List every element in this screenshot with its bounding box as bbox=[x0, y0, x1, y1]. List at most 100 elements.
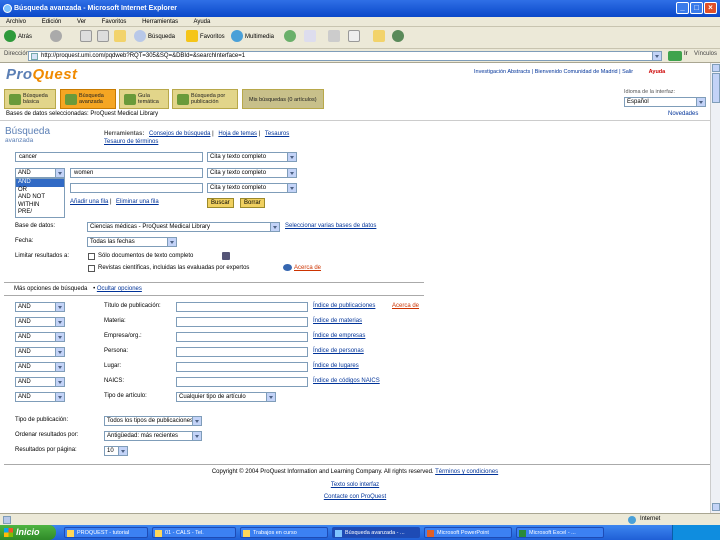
interface-language-select[interactable]: Español bbox=[624, 97, 706, 107]
mail-button[interactable] bbox=[304, 30, 318, 45]
person-input[interactable] bbox=[176, 347, 308, 357]
vertical-scrollbar[interactable] bbox=[710, 63, 720, 513]
subject-index-link[interactable]: Índice de materias bbox=[313, 318, 362, 324]
history-button[interactable] bbox=[284, 30, 298, 45]
more-operator-1[interactable]: AND bbox=[15, 302, 65, 312]
company-input[interactable] bbox=[176, 332, 308, 342]
publication-type-select[interactable]: Todos los tipos de publicaciones bbox=[104, 416, 202, 426]
menu-tools[interactable]: Herramientas bbox=[142, 19, 178, 25]
forward-button[interactable] bbox=[50, 30, 64, 45]
tab-advanced-search[interactable]: Búsqueda avanzada bbox=[60, 89, 116, 109]
select-multiple-databases-link[interactable]: Seleccionar varias bases de datos bbox=[285, 223, 376, 229]
naics-index-link[interactable]: Índice de códigos NAICS bbox=[313, 378, 380, 384]
address-dropdown-icon[interactable] bbox=[652, 52, 661, 60]
date-select[interactable]: Todas las fechas bbox=[87, 237, 177, 247]
field-select-2[interactable]: Cita y texto completo bbox=[207, 168, 297, 178]
search-button[interactable]: Búsqueda bbox=[134, 30, 175, 45]
taskbar-item-2[interactable]: 01 - CALS - Tel. bbox=[152, 527, 236, 538]
text-only-link[interactable]: Texto solo interfaz bbox=[0, 482, 710, 488]
results-per-page-select[interactable]: 10 bbox=[104, 446, 128, 456]
operator-option-and[interactable]: AND bbox=[16, 179, 64, 187]
remove-row-link[interactable]: Eliminar una fila bbox=[116, 199, 159, 205]
scroll-down-icon[interactable] bbox=[712, 503, 720, 511]
menu-file[interactable]: Archivo bbox=[6, 19, 26, 25]
search-tips-link[interactable]: Consejos de búsqueda bbox=[149, 131, 210, 137]
more-operator-7[interactable]: AND bbox=[15, 392, 65, 402]
whats-new-link[interactable]: Novedades bbox=[668, 111, 698, 117]
menu-favorites[interactable]: Favoritos bbox=[102, 19, 127, 25]
stop-button[interactable] bbox=[80, 30, 94, 45]
about-link[interactable]: Acerca de bbox=[294, 265, 321, 271]
operator-option-within[interactable]: WITHIN bbox=[16, 202, 64, 210]
more-operator-6[interactable]: AND bbox=[15, 377, 65, 387]
refresh-button[interactable] bbox=[97, 30, 111, 45]
operator-option-and-not[interactable]: AND NOT bbox=[16, 194, 64, 202]
links-label[interactable]: Vínculos bbox=[694, 51, 717, 57]
tab-topic-guide[interactable]: Guía temática bbox=[119, 89, 169, 109]
taskbar-item-1[interactable]: PROQUEST - tutorial bbox=[64, 527, 148, 538]
scroll-up-icon[interactable] bbox=[712, 64, 720, 72]
tab-my-searches[interactable]: Mis búsquedas (0 artículos) bbox=[242, 89, 324, 109]
tab-publication-search[interactable]: Búsqueda por publicación bbox=[172, 89, 238, 109]
person-index-link[interactable]: Índice de personas bbox=[313, 348, 364, 354]
messenger-button[interactable] bbox=[392, 30, 406, 45]
sort-select[interactable]: Antigüedad: más recientes bbox=[104, 431, 202, 441]
start-button[interactable]: Inicio bbox=[0, 525, 56, 540]
taskbar-item-4[interactable]: Búsqueda avanzada - ... bbox=[332, 527, 420, 538]
contact-link[interactable]: Contacte con ProQuest bbox=[0, 494, 710, 500]
go-arrow-icon[interactable] bbox=[668, 51, 682, 61]
multimedia-button[interactable]: Multimedia bbox=[231, 30, 274, 45]
topic-sheet-link[interactable]: Hoja de temas bbox=[218, 131, 257, 137]
operator-option-pre[interactable]: PRE/ bbox=[16, 209, 64, 217]
more-operator-5[interactable]: AND bbox=[15, 362, 65, 372]
term-thesaurus-link[interactable]: Tesauro de términos bbox=[104, 139, 158, 145]
subject-input[interactable] bbox=[176, 317, 308, 327]
database-select[interactable]: Ciencias médicas - ProQuest Medical Libr… bbox=[87, 222, 280, 232]
clear-button[interactable]: Borrar bbox=[240, 198, 265, 208]
go-button[interactable]: Ir bbox=[684, 51, 688, 57]
menu-edit[interactable]: Edición bbox=[42, 19, 62, 25]
more-operator-2[interactable]: AND bbox=[15, 317, 65, 327]
hide-options-link[interactable]: Ocultar opciones bbox=[97, 286, 142, 292]
folder-button[interactable] bbox=[373, 30, 387, 45]
publication-index-link[interactable]: Índice de publicaciones bbox=[313, 303, 375, 309]
add-row-link[interactable]: Añadir una fila bbox=[70, 199, 108, 205]
search-term-3[interactable] bbox=[70, 183, 203, 193]
place-index-link[interactable]: Índice de lugares bbox=[313, 363, 359, 369]
favorites-button[interactable]: Favoritos bbox=[186, 30, 225, 45]
operator-dropdown-list[interactable]: AND OR AND NOT WITHIN PRE/ bbox=[15, 178, 65, 218]
search-term-1[interactable]: cancer bbox=[15, 152, 203, 162]
maximize-button[interactable]: □ bbox=[690, 2, 703, 14]
about-publications-link[interactable]: Acerca de bbox=[392, 303, 419, 309]
field-select-3[interactable]: Cita y texto completo bbox=[207, 183, 297, 193]
article-type-select[interactable]: Cualquier tipo de artículo bbox=[176, 392, 276, 402]
menu-view[interactable]: Ver bbox=[77, 19, 86, 25]
publication-title-input[interactable] bbox=[176, 302, 308, 312]
back-button[interactable]: Atrás bbox=[4, 30, 32, 45]
operator-option-or[interactable]: OR bbox=[16, 187, 64, 195]
scroll-thumb[interactable] bbox=[712, 73, 720, 103]
more-operator-3[interactable]: AND bbox=[15, 332, 65, 342]
taskbar-item-5[interactable]: Microsoft PowerPoint bbox=[424, 527, 512, 538]
close-button[interactable]: × bbox=[704, 2, 717, 14]
operator-select-2[interactable]: AND bbox=[15, 168, 65, 178]
naics-input[interactable] bbox=[176, 377, 308, 387]
place-input[interactable] bbox=[176, 362, 308, 372]
search-term-2[interactable]: women bbox=[70, 168, 203, 178]
tab-basic-search[interactable]: Búsqueda básica bbox=[4, 89, 56, 109]
address-input[interactable]: http://proquest.umi.com/pqdweb?RQT=305&S… bbox=[28, 51, 662, 61]
terms-link[interactable]: Términos y condiciones bbox=[435, 469, 498, 475]
taskbar-item-6[interactable]: Microsoft Excel - ... bbox=[516, 527, 604, 538]
help-link[interactable]: Ayuda bbox=[649, 69, 666, 75]
taskbar-item-3[interactable]: Trabajos en curso bbox=[240, 527, 328, 538]
menu-help[interactable]: Ayuda bbox=[193, 19, 210, 25]
minimize-button[interactable]: _ bbox=[676, 2, 689, 14]
company-index-link[interactable]: Índice de empresas bbox=[313, 333, 365, 339]
print-button[interactable] bbox=[328, 30, 342, 45]
edit-button[interactable] bbox=[348, 30, 362, 45]
proquest-logo[interactable]: ProQuest bbox=[6, 66, 78, 83]
header-account-links[interactable]: Investigación Abstracts | Bienvenido Com… bbox=[474, 69, 633, 75]
field-select-1[interactable]: Cita y texto completo bbox=[207, 152, 297, 162]
fulltext-checkbox[interactable] bbox=[88, 253, 95, 260]
search-button[interactable]: Buscar bbox=[207, 198, 234, 208]
